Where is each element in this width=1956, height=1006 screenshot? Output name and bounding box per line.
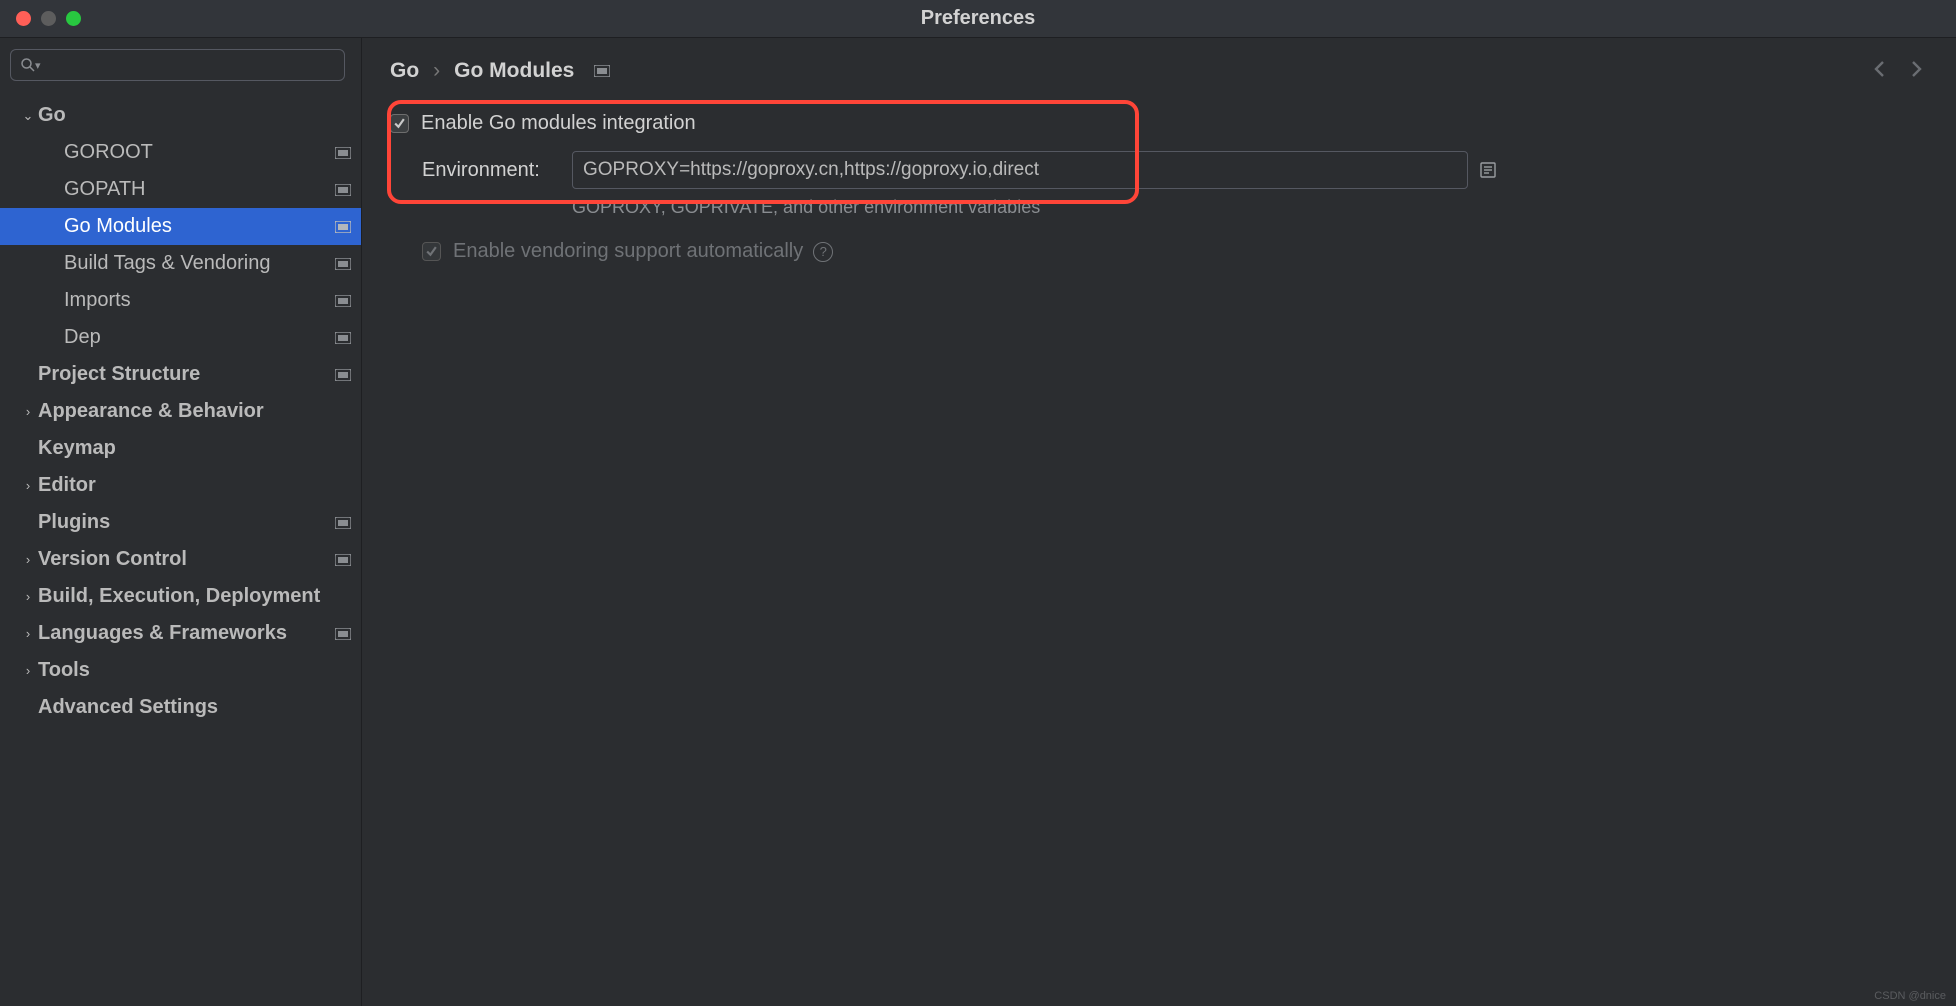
- sidebar-item-label: Dep: [64, 326, 335, 349]
- sidebar-item-tools[interactable]: ›Tools: [0, 652, 361, 689]
- breadcrumb: Go › Go Modules: [390, 59, 610, 83]
- nav-back-button[interactable]: [1868, 57, 1892, 86]
- sidebar-item-label: Plugins: [38, 511, 335, 534]
- vendoring-checkbox: [422, 242, 441, 261]
- arrow-icon: ›: [18, 552, 38, 567]
- environment-input[interactable]: [572, 151, 1468, 189]
- project-scope-icon: [335, 147, 351, 159]
- arrow-icon: ›: [18, 404, 38, 419]
- project-scope-icon: [335, 517, 351, 529]
- sidebar-item-keymap[interactable]: Keymap: [0, 430, 361, 467]
- sidebar-item-label: Version Control: [38, 548, 335, 571]
- breadcrumb-root[interactable]: Go: [390, 59, 419, 83]
- help-icon[interactable]: ?: [813, 242, 833, 262]
- arrow-icon: ›: [18, 626, 38, 641]
- arrow-icon: ⌄: [18, 108, 38, 124]
- arrow-icon: ›: [18, 589, 38, 604]
- nav-forward-button[interactable]: [1904, 57, 1928, 86]
- sidebar-item-gopath[interactable]: GOPATH: [0, 171, 361, 208]
- enable-modules-label: Enable Go modules integration: [421, 112, 696, 135]
- sidebar-item-label: Go Modules: [64, 215, 335, 238]
- sidebar-item-build-execution-deployment[interactable]: ›Build, Execution, Deployment: [0, 578, 361, 615]
- arrow-icon: ›: [18, 663, 38, 678]
- sidebar-item-imports[interactable]: Imports: [0, 282, 361, 319]
- window-title: Preferences: [0, 7, 1956, 30]
- sidebar-item-advanced-settings[interactable]: Advanced Settings: [0, 689, 361, 726]
- watermark: CSDN @dnice: [1874, 990, 1946, 1002]
- sidebar-item-go[interactable]: ⌄Go: [0, 97, 361, 134]
- environment-label: Environment:: [422, 159, 572, 182]
- sidebar-item-project-structure[interactable]: Project Structure: [0, 356, 361, 393]
- titlebar: Preferences: [0, 0, 1956, 38]
- sidebar-item-go-modules[interactable]: Go Modules: [0, 208, 361, 245]
- vendoring-row: Enable vendoring support automatically ?: [390, 240, 1928, 263]
- sidebar-item-label: Build, Execution, Deployment: [38, 585, 351, 608]
- sidebar-item-label: GOROOT: [64, 141, 335, 164]
- vendoring-label: Enable vendoring support automatically: [453, 240, 803, 263]
- sidebar-item-label: Build Tags & Vendoring: [64, 252, 335, 275]
- project-scope-icon: [335, 554, 351, 566]
- enable-modules-row: Enable Go modules integration: [390, 112, 1928, 135]
- enable-modules-checkbox[interactable]: [390, 114, 409, 133]
- expand-env-button[interactable]: [1474, 156, 1502, 184]
- sidebar-item-label: Languages & Frameworks: [38, 622, 335, 645]
- sidebar-item-appearance-behavior[interactable]: ›Appearance & Behavior: [0, 393, 361, 430]
- settings-tree: ⌄Go GOROOT GOPATH Go Modules Build Tags & Ve…: [0, 91, 361, 1006]
- sidebar: ▾ ⌄Go GOROOT GOPATH Go Modules Build Tags & …: [0, 38, 362, 1006]
- sidebar-item-label: Project Structure: [38, 363, 335, 386]
- sidebar-item-label: Editor: [38, 474, 351, 497]
- project-scope-icon: [335, 369, 351, 381]
- sidebar-item-version-control[interactable]: ›Version Control: [0, 541, 361, 578]
- project-scope-icon: [335, 295, 351, 307]
- sidebar-item-label: Tools: [38, 659, 351, 682]
- search-input[interactable]: ▾: [10, 49, 345, 81]
- sidebar-item-plugins[interactable]: Plugins: [0, 504, 361, 541]
- project-scope-icon: [594, 65, 610, 77]
- project-scope-icon: [335, 258, 351, 270]
- sidebar-item-editor[interactable]: ›Editor: [0, 467, 361, 504]
- environment-hint: GOPROXY, GOPRIVATE, and other environmen…: [390, 197, 1928, 218]
- breadcrumb-separator: ›: [433, 59, 440, 83]
- environment-row: Environment:: [390, 151, 1928, 189]
- main-panel: Go › Go Modules: [362, 38, 1956, 1006]
- sidebar-item-label: GOPATH: [64, 178, 335, 201]
- sidebar-item-build-tags-vendoring[interactable]: Build Tags & Vendoring: [0, 245, 361, 282]
- arrow-icon: ›: [18, 478, 38, 493]
- project-scope-icon: [335, 184, 351, 196]
- project-scope-icon: [335, 332, 351, 344]
- sidebar-item-label: Keymap: [38, 437, 351, 460]
- sidebar-item-languages-frameworks[interactable]: ›Languages & Frameworks: [0, 615, 361, 652]
- sidebar-item-label: Go: [38, 104, 351, 127]
- sidebar-item-label: Advanced Settings: [38, 696, 351, 719]
- sidebar-item-label: Appearance & Behavior: [38, 400, 351, 423]
- sidebar-item-goroot[interactable]: GOROOT: [0, 134, 361, 171]
- project-scope-icon: [335, 221, 351, 233]
- sidebar-item-label: Imports: [64, 289, 335, 312]
- project-scope-icon: [335, 628, 351, 640]
- breadcrumb-current: Go Modules: [454, 59, 574, 83]
- sidebar-item-dep[interactable]: Dep: [0, 319, 361, 356]
